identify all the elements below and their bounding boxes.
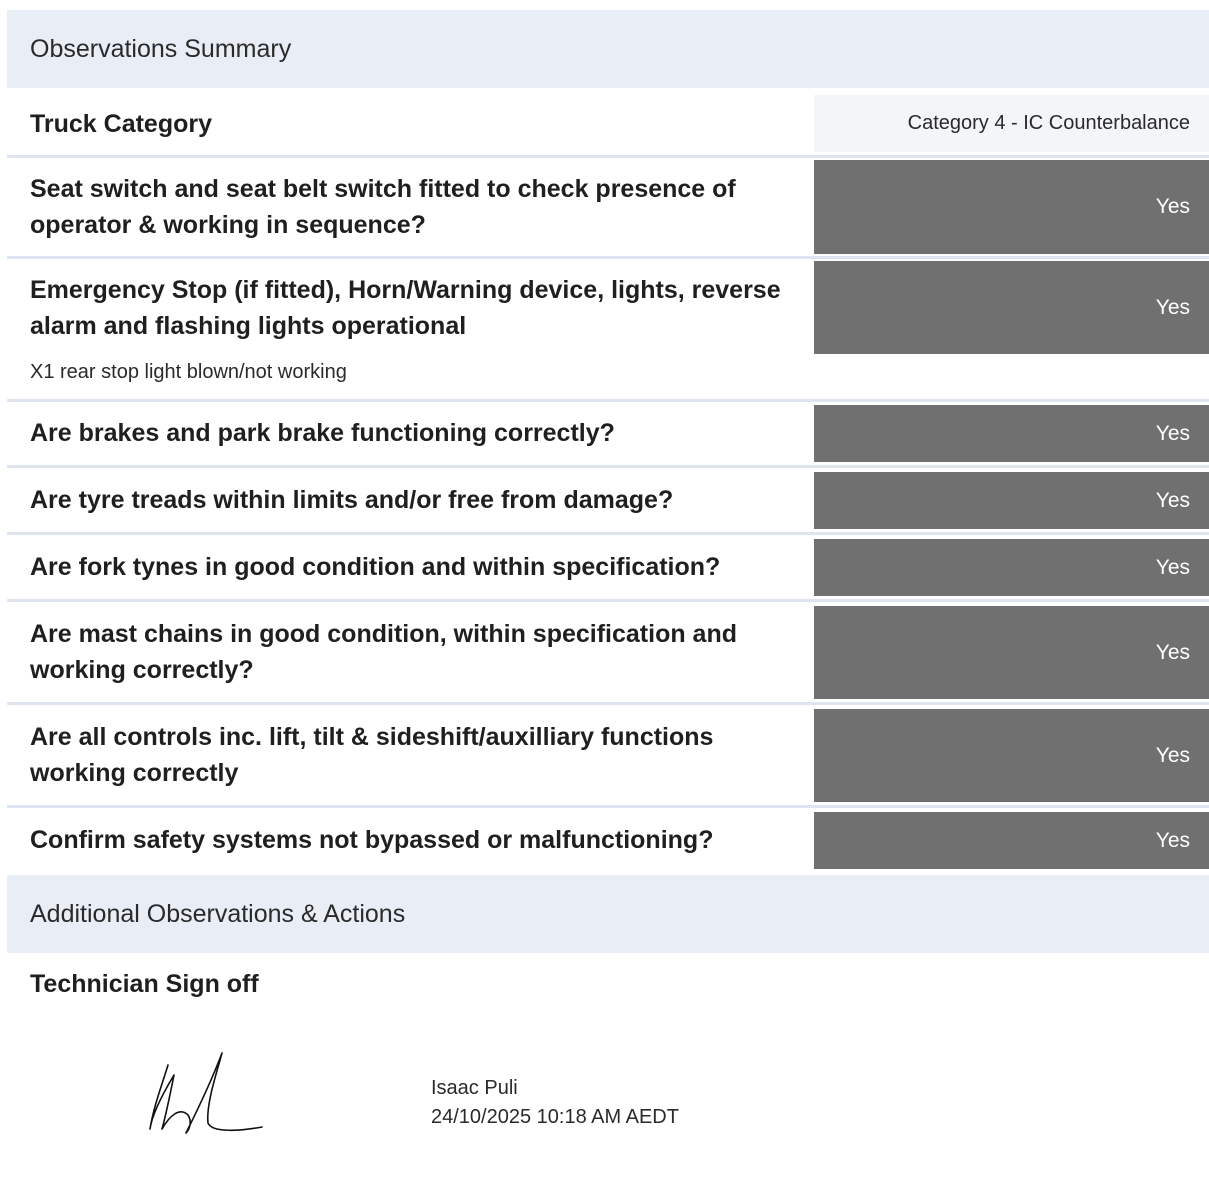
truck-category-value: Category 4 - IC Counterbalance xyxy=(814,95,1209,152)
check-answer: Yes xyxy=(814,539,1209,596)
check-answer: Yes xyxy=(814,405,1209,462)
check-question: Are fork tynes in good condition and wit… xyxy=(30,553,721,581)
check-note: X1 rear stop light blown/not working xyxy=(30,361,347,383)
check-answer: Yes xyxy=(814,472,1209,529)
check-answer-text: Yes xyxy=(1155,743,1190,767)
check-answer: Yes xyxy=(814,261,1209,354)
signoff-datetime: 24/10/2025 10:18 AM AEDT xyxy=(431,1106,679,1128)
divider xyxy=(7,702,1209,705)
check-answer: Yes xyxy=(814,606,1209,699)
check-answer: Yes xyxy=(814,160,1209,254)
technician-name: Isaac Puli xyxy=(431,1077,518,1099)
truck-category-value-text: Category 4 - IC Counterbalance xyxy=(907,112,1190,134)
truck-category-label: Truck Category xyxy=(30,110,213,138)
check-answer-text: Yes xyxy=(1155,640,1190,664)
additional-observations-title: Additional Observations & Actions xyxy=(30,899,406,928)
check-question: Are all controls inc. lift, tilt & sides… xyxy=(30,723,714,787)
check-answer: Yes xyxy=(814,709,1209,802)
check-question: Confirm safety systems not bypassed or m… xyxy=(30,826,714,854)
divider xyxy=(7,399,1209,402)
check-question: Are tyre treads within limits and/or fre… xyxy=(30,486,674,514)
check-answer-text: Yes xyxy=(1155,195,1190,218)
divider xyxy=(7,599,1209,602)
check-answer-text: Yes xyxy=(1155,295,1190,319)
check-question: Emergency Stop (if fitted), Horn/Warning… xyxy=(30,276,781,340)
additional-observations-header: Additional Observations & Actions xyxy=(7,875,1209,953)
observations-summary-title: Observations Summary xyxy=(30,34,292,63)
signoff-title: Technician Sign off xyxy=(30,970,259,998)
check-question: Seat switch and seat belt switch fitted … xyxy=(30,175,736,239)
signature-image xyxy=(149,1052,263,1134)
check-answer-text: Yes xyxy=(1155,828,1190,852)
divider xyxy=(7,465,1209,468)
divider xyxy=(7,532,1209,535)
check-question: Are mast chains in good condition, withi… xyxy=(30,620,738,684)
check-answer-text: Yes xyxy=(1155,555,1190,579)
check-question: Are brakes and park brake functioning co… xyxy=(30,419,615,447)
check-answer-text: Yes xyxy=(1155,488,1190,512)
divider xyxy=(7,155,1209,158)
divider xyxy=(7,805,1209,808)
check-answer-text: Yes xyxy=(1155,421,1190,445)
check-answer: Yes xyxy=(814,812,1209,869)
observations-summary-header: Observations Summary xyxy=(7,10,1209,88)
divider xyxy=(7,256,1209,259)
